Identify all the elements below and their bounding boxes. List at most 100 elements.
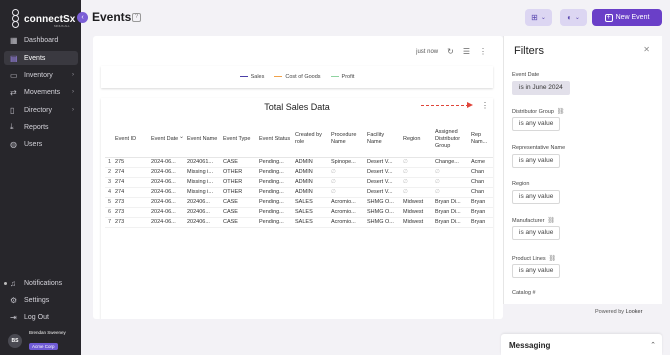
filter-label: Distributor Group ⛓ bbox=[512, 108, 565, 115]
more-options-icon[interactable]: ⋮ bbox=[479, 47, 487, 56]
table-cell: CASE bbox=[221, 157, 257, 168]
filter-value-pill[interactable]: is in June 2024 bbox=[512, 81, 570, 95]
table-row[interactable]: 1 275 2024-06... 2024061... CASE Pending... AD… bbox=[105, 157, 493, 168]
table-cell: Acromio... bbox=[329, 207, 365, 218]
column-header[interactable]: Rep Nam... bbox=[469, 122, 493, 158]
table-cell: SHMG O... bbox=[365, 217, 401, 228]
table-cell: Chan bbox=[469, 177, 493, 188]
table-cell: 274 bbox=[113, 177, 149, 188]
filter-label: Catalog # bbox=[512, 290, 536, 296]
table-cell: 273 bbox=[113, 217, 149, 228]
table-cell: 274 bbox=[113, 187, 149, 198]
filter-label-text: Catalog # bbox=[512, 290, 536, 296]
sidebar-item-settings[interactable]: ⚙ Settings bbox=[4, 293, 78, 307]
apps-toggle-button[interactable]: ◐ ⌄ bbox=[560, 9, 587, 26]
filter-value-pill[interactable]: is any value bbox=[512, 154, 561, 168]
sidebar-item-directory[interactable]: ▯ Directory › bbox=[4, 103, 78, 117]
column-header[interactable]: Assigned Distributor Group bbox=[433, 122, 469, 158]
column-header[interactable]: Event Name bbox=[185, 122, 221, 158]
column-header[interactable]: Region bbox=[401, 122, 433, 158]
new-event-button[interactable]: + New Event bbox=[592, 9, 662, 26]
table-cell: 274 bbox=[113, 167, 149, 178]
table-row[interactable]: 3 274 2024-06... Missing i... OTHER Pending..… bbox=[105, 177, 493, 188]
table-cell: Desert V... bbox=[365, 177, 401, 188]
sidebar-item-movements[interactable]: ⇄ Movements › bbox=[4, 85, 78, 99]
link-icon[interactable]: ⛓ bbox=[547, 218, 555, 224]
filter-value-pill[interactable]: is any value bbox=[512, 226, 561, 240]
collapse-sidebar-button[interactable]: ‹ bbox=[77, 12, 88, 23]
sidebar-item-label: Dashboard bbox=[24, 36, 59, 44]
table-row[interactable]: 7 273 2024-06... 202406... CASE Pending... SAL… bbox=[105, 217, 493, 228]
filter-icon[interactable]: ☰ bbox=[463, 47, 470, 56]
filters-panel: Filters ✕ Event Date is in June 2024 Distr… bbox=[503, 36, 662, 304]
table-cell: ∅ bbox=[433, 177, 469, 188]
table-cell: Bryan bbox=[469, 207, 493, 218]
sidebar-item-label: Events bbox=[24, 54, 46, 62]
table-cell: 2024-06... bbox=[149, 217, 185, 228]
last-refresh-text: just now bbox=[416, 48, 439, 55]
table-cell: Pending... bbox=[257, 207, 293, 218]
row-index: 5 bbox=[105, 197, 113, 208]
table-row[interactable]: 4 274 2024-06... Missing i... OTHER Pending..… bbox=[105, 187, 493, 198]
filter-value-pill[interactable]: is any value bbox=[512, 190, 561, 204]
chart-legend: Sales Cost of Goods Profit bbox=[101, 66, 493, 88]
logout-icon: ⇥ bbox=[10, 312, 17, 322]
filter-value-pill[interactable]: is any value bbox=[512, 264, 561, 278]
powered-by-looker: Powered by Looker bbox=[595, 309, 642, 315]
sidebar-item-users[interactable]: ◍ Users bbox=[4, 137, 78, 151]
row-index: 2 bbox=[105, 167, 113, 178]
chevron-down-icon: ⌄ bbox=[540, 15, 546, 21]
table-cell: Acromio... bbox=[329, 217, 365, 228]
sidebar-item-dashboard[interactable]: ▦ Dashboard bbox=[4, 33, 78, 47]
help-icon[interactable]: ? bbox=[132, 13, 141, 22]
link-icon[interactable]: ⛓ bbox=[549, 256, 557, 262]
table-cell: Chan bbox=[469, 167, 493, 178]
refresh-icon[interactable]: ↻ bbox=[447, 47, 454, 56]
column-header[interactable]: Event Status bbox=[257, 122, 293, 158]
sidebar-item-label: Settings bbox=[24, 296, 50, 304]
plus-icon: + bbox=[604, 13, 613, 22]
users-icon: ◍ bbox=[10, 139, 17, 149]
layout-toggle-button[interactable]: ⊞ ⌄ bbox=[525, 9, 552, 26]
sidebar-item-events[interactable]: ▤ Events bbox=[4, 51, 78, 65]
chevron-up-icon[interactable]: ⌃ bbox=[650, 341, 656, 349]
table-cell: Pending... bbox=[257, 217, 293, 228]
shuffle-icon: ⇄ bbox=[10, 87, 17, 97]
user-profile[interactable]: BS Brendan Sweeney Acme Corp bbox=[4, 330, 78, 351]
table-cell: 2024-06... bbox=[149, 207, 185, 218]
column-header[interactable]: Event ID bbox=[113, 122, 149, 158]
row-index-header bbox=[105, 122, 113, 158]
sort-chevron-icon[interactable]: ⌄ bbox=[179, 134, 184, 141]
close-icon[interactable]: ✕ bbox=[643, 45, 650, 54]
sidebar-item-reports[interactable]: ⤓ Reports bbox=[4, 120, 78, 134]
table-cell: CASE bbox=[221, 217, 257, 228]
table-cell: 2024-06... bbox=[149, 177, 185, 188]
sidebar-item-label: Users bbox=[24, 140, 43, 148]
chevron-right-icon: › bbox=[72, 72, 74, 78]
table-row[interactable]: 6 273 2024-06... 202406... CASE Pending... SAL… bbox=[105, 207, 493, 218]
table-cell: Midwest bbox=[401, 217, 433, 228]
column-header[interactable]: Facility Name bbox=[365, 122, 401, 158]
filter-value-pill[interactable]: is any value bbox=[512, 117, 561, 131]
table-cell: Acromio... bbox=[329, 197, 365, 208]
messaging-widget[interactable]: Messaging ⌃ bbox=[501, 334, 662, 355]
sales-table: Event ID Event Date ⌄ Event Name Event Type E… bbox=[105, 122, 493, 228]
column-header[interactable]: Event Type bbox=[221, 122, 257, 158]
table-row[interactable]: 2 274 2024-06... Missing i... OTHER Pending..… bbox=[105, 167, 493, 178]
logo-mark-icon bbox=[10, 9, 21, 29]
sidebar-item-notifications[interactable]: ♫ Notifications bbox=[4, 276, 78, 290]
table-cell: Midwest bbox=[401, 197, 433, 208]
table-row[interactable]: 5 273 2024-06... 202406... CASE Pending... SAL… bbox=[105, 197, 493, 208]
grid-icon: ⊞ bbox=[531, 13, 538, 22]
link-icon[interactable]: ⛓ bbox=[557, 109, 565, 115]
tile-menu-icon[interactable]: ⋮ bbox=[481, 101, 489, 110]
table-cell: ADMIN bbox=[293, 187, 329, 198]
sidebar-item-logout[interactable]: ⇥ Log Out bbox=[4, 310, 78, 324]
apps-icon: ◐ bbox=[567, 13, 572, 22]
sidebar-item-inventory[interactable]: ▭ Inventory › bbox=[4, 68, 78, 82]
table-cell: Bryan Di... bbox=[433, 217, 469, 228]
row-index: 4 bbox=[105, 187, 113, 198]
column-header[interactable]: Created by role bbox=[293, 122, 329, 158]
column-header[interactable]: Event Date ⌄ bbox=[149, 122, 185, 158]
column-header[interactable]: Procedure Name bbox=[329, 122, 365, 158]
